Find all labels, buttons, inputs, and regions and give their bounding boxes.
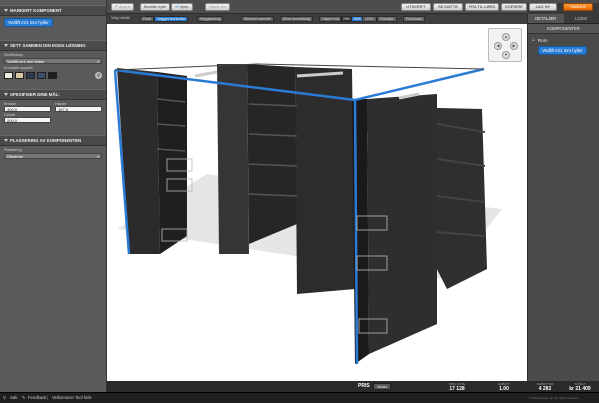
search-icon[interactable]: ⚲	[3, 395, 6, 400]
chevron-down-icon: ▾	[96, 59, 99, 64]
price-back-button[interactable]: tilbake	[373, 383, 392, 390]
status-bar: ⚲ Søk ✎ Feedback | Velkommen Tool hele ©…	[0, 392, 599, 403]
collapse-triangle-icon	[4, 44, 8, 48]
depth-input[interactable]: 200,0	[4, 117, 52, 123]
undo-button[interactable]: ↶ Angre	[111, 3, 134, 11]
separator: |	[47, 395, 49, 400]
print-button[interactable]: UTSKRIFT	[401, 3, 431, 11]
pan-down-icon[interactable]: ▼	[502, 51, 510, 59]
tab-wall-view[interactable]: Veggvisning	[197, 16, 224, 22]
component-tree-item[interactable]: ⌂ Rom	[528, 34, 599, 46]
view-tabs: Velg utsnitt Rom Vegger bortenfor Veggvi…	[107, 14, 527, 24]
system-label: Skuffeskap	[4, 53, 23, 57]
price-label: PRIS	[358, 383, 370, 389]
chevron-down-icon: ▾	[96, 154, 99, 159]
section-selected-component[interactable]: MARKERT KOMPONENT	[0, 5, 106, 16]
back-cabinet-1	[217, 64, 249, 254]
tab-logo[interactable]: LOGO	[563, 14, 599, 24]
swatch-oak[interactable]	[15, 72, 24, 79]
tab-details[interactable]: DETALJER	[528, 14, 564, 24]
navigation-control[interactable]: ◦ ▲ ◀ ▶ ▼	[488, 28, 522, 62]
view-button[interactable]: SE DØTTE	[433, 3, 463, 11]
feedback-link[interactable]: Feedback	[28, 395, 46, 400]
tab-upper-interior[interactable]: Øvre innredning	[280, 16, 314, 22]
color-label: Kompakt oppsett	[4, 66, 33, 70]
tab-room[interactable]: Rom	[140, 16, 155, 22]
nav-label: ◦	[491, 30, 493, 34]
wardrobe-3d-render	[113, 63, 502, 365]
view-label: Velg utsnitt	[111, 16, 130, 20]
price-list-col: PRIS LISTE 17 128	[448, 382, 466, 392]
app-window: MARKERT KOMPONENT Vedlift m/1 mm hyller …	[0, 0, 599, 403]
pan-up-icon[interactable]: ▲	[502, 33, 510, 41]
right-panel: DETALJER LOGO KOMPONENTER ⌂ Rom Vedlift …	[527, 14, 599, 381]
component-sub-button[interactable]: Vedlift m/1 mm hyller	[538, 46, 587, 55]
section-placement[interactable]: PLASSERING AV KOMPONENTEN	[0, 135, 106, 146]
pan-left-icon[interactable]: ◀	[494, 42, 502, 50]
system-select[interactable]: Vedlift m/1 mm hyller ▾	[4, 58, 102, 64]
front-tall-cabinet	[367, 94, 437, 354]
copyright: © 2013 Google Inc. All rights reserved.	[528, 396, 580, 400]
copy-button[interactable]: KOPIERE	[501, 3, 527, 11]
zoom-100[interactable]: 100%	[362, 16, 377, 22]
top-toolbar: ↶ Angre Bestille hylle ↺ Hjelp Gjøre om	[107, 0, 527, 14]
swatch-white[interactable]	[4, 72, 13, 79]
top-strip	[527, 0, 599, 3]
swatch-black[interactable]	[48, 72, 57, 79]
hanging-rail-1	[194, 70, 218, 78]
section-build-solution[interactable]: SETT SAMMEN DIN EGEN LØSNING	[0, 40, 106, 51]
collapse-triangle-icon	[4, 139, 8, 143]
discount-amount-col: RABATT KR 4 282	[536, 382, 554, 392]
placement-label: Plassering	[4, 148, 22, 152]
height-input[interactable]: 157,8	[55, 106, 102, 112]
shop-button[interactable]: HANDLE	[563, 3, 593, 11]
zoom-in-button[interactable]: Forstørr	[377, 16, 397, 22]
components-heading: KOMPONENTER	[528, 24, 599, 34]
left-panel: MARKERT KOMPONENT Vedlift m/1 mm hyller …	[0, 0, 107, 392]
date-button[interactable]: FRA TIL LØRD	[465, 3, 499, 11]
room-icon: ⌂	[532, 37, 536, 43]
new-button[interactable]: LAG NY	[529, 3, 557, 11]
welcome-text: Velkommen Tool hele	[52, 395, 92, 400]
order-shelf-button[interactable]: Bestille hylle	[140, 3, 171, 11]
tab-written-room[interactable]: Skrevet rommet	[241, 16, 274, 22]
search-icon[interactable]: ⚲	[95, 72, 102, 79]
total-col: TOTALT kr 21 409	[569, 382, 591, 392]
swatch-blue[interactable]	[37, 72, 46, 79]
feedback-icon: ✎	[22, 395, 26, 400]
price-bar: PRIS tilbake PRIS LISTE 17 128 RABATT 1.…	[107, 381, 599, 392]
color-swatches: ⚲	[4, 72, 102, 79]
width-input[interactable]: 300,0	[4, 106, 51, 112]
pan-right-icon[interactable]: ▶	[510, 42, 518, 50]
3d-viewport[interactable]: ◦ ▲ ◀ ▶ ▼	[107, 24, 527, 381]
tab-walls-beyond[interactable]: Vegger bortenfor	[154, 16, 189, 22]
swatch-navy[interactable]	[26, 72, 35, 79]
back-cabinet-3	[295, 67, 355, 294]
collapse-triangle-icon	[4, 93, 8, 97]
search-link[interactable]: Søk	[10, 395, 17, 400]
selected-component-button[interactable]: Vedlift m/1 mm hyller	[4, 18, 53, 27]
placement-select[interactable]: Gjestrom ▾	[4, 153, 102, 159]
discount-col: RABATT 1.00	[498, 382, 510, 392]
redo-button[interactable]: Gjøre om	[205, 3, 230, 11]
zoom-out-button[interactable]: Forminsk	[403, 16, 425, 22]
collapse-triangle-icon	[4, 9, 8, 13]
help-button[interactable]: ↺ Hjelp	[171, 3, 193, 11]
section-dimensions[interactable]: SPESIFISER DINE MÅL:	[0, 89, 106, 100]
